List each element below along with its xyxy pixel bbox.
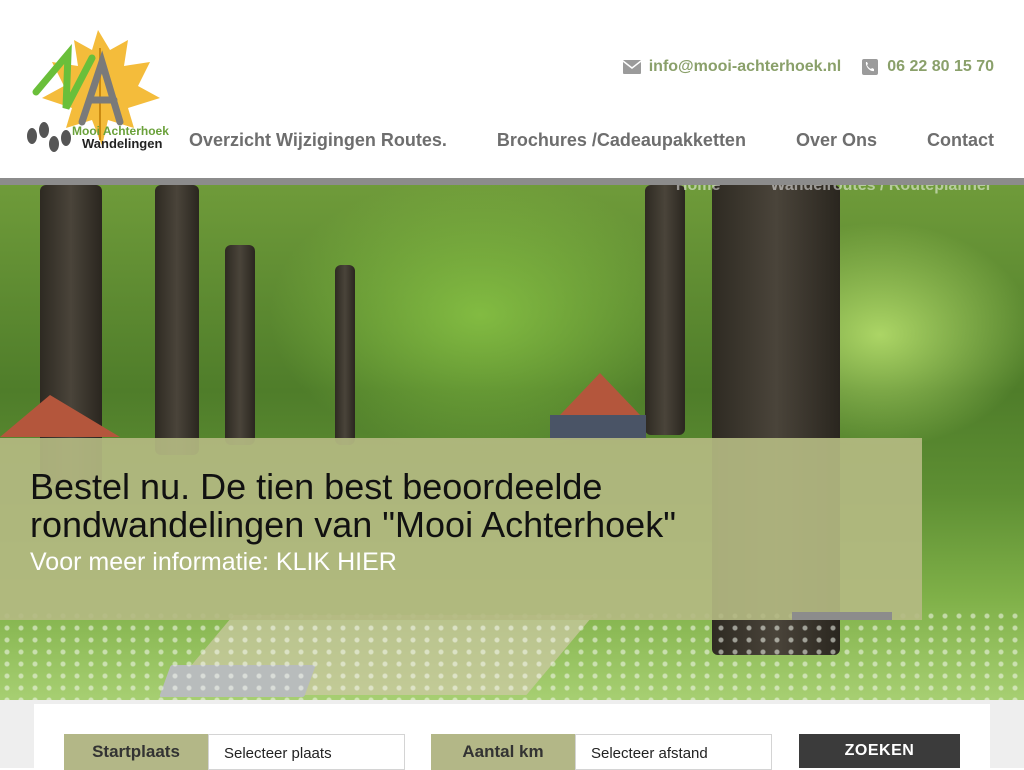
search-button[interactable]: ZOEKEN — [799, 734, 960, 768]
email-contact[interactable]: info@mooi-achterhoek.nl — [622, 58, 842, 76]
phone-icon — [862, 59, 879, 75]
hero-banner: Home Wandelroutes / Routeplanner Bestel … — [0, 185, 1024, 700]
phone-link[interactable]: 06 22 80 15 70 — [887, 58, 994, 76]
breadcrumb-trail[interactable]: Wandelroutes / Routeplanner — [770, 185, 992, 195]
envelope-icon — [622, 60, 641, 74]
tree-trunk — [155, 185, 199, 455]
tree-trunk — [335, 265, 355, 445]
breadcrumb: Home Wandelroutes / Routeplanner — [676, 185, 992, 195]
distance-filter: Aantal km Selecteer afstand — [431, 734, 772, 770]
nav-item-about[interactable]: Over Ons — [746, 130, 877, 151]
nav-item-contact[interactable]: Contact — [877, 130, 994, 151]
house-wall — [550, 415, 646, 440]
contact-bar: info@mooi-achterhoek.nl 06 22 80 15 70 — [622, 58, 994, 76]
distance-label: Aantal km — [431, 734, 575, 770]
nav-item-route-changes[interactable]: Overzicht Wijzigingen Routes. — [189, 130, 447, 151]
phone-contact[interactable]: 06 22 80 15 70 — [861, 58, 994, 76]
startplace-label: Startplaats — [64, 734, 208, 770]
house-roof — [560, 373, 640, 415]
hero-info-link[interactable]: Voor meer informatie: KLIK HIER — [30, 548, 892, 577]
wildflowers — [0, 610, 1024, 700]
distance-select[interactable]: Selecteer afstand — [575, 734, 772, 770]
nav-item-brochures[interactable]: Brochures /Cadeaupakketten — [447, 130, 746, 151]
hero-title: Bestel nu. De tien best beoordeelde rond… — [30, 466, 676, 545]
main-nav: Overzicht Wijzigingen Routes. Brochures … — [189, 130, 994, 151]
logo-text-line2: Wandelingen — [82, 136, 163, 151]
email-link[interactable]: info@mooi-achterhoek.nl — [649, 58, 842, 76]
house-roof — [0, 395, 120, 437]
header-divider — [0, 178, 1024, 185]
breadcrumb-home[interactable]: Home — [676, 185, 720, 195]
tree-trunk — [225, 245, 255, 445]
slider-indicator[interactable] — [792, 612, 892, 620]
site-header: Mooi Achterhoek Wandelingen info@mooi-ac… — [0, 0, 1024, 178]
hero-caption[interactable]: Bestel nu. De tien best beoordeelde rond… — [0, 438, 922, 620]
site-logo[interactable]: Mooi Achterhoek Wandelingen — [20, 28, 180, 156]
startplace-filter: Startplaats Selecteer plaats — [64, 734, 405, 770]
startplace-select[interactable]: Selecteer plaats — [208, 734, 405, 770]
tree-trunk — [645, 185, 685, 435]
